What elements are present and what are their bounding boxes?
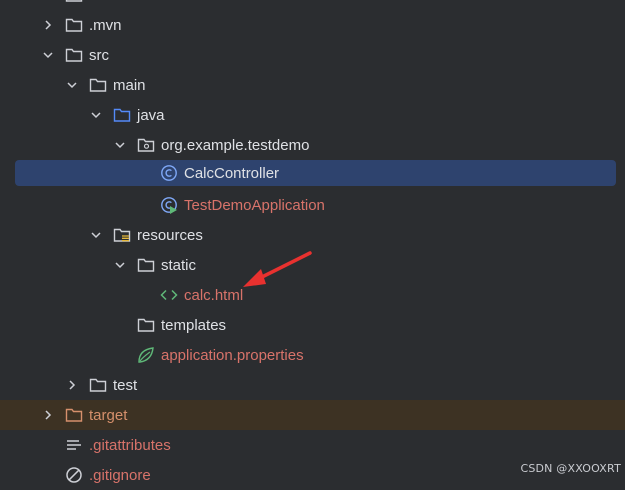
annotation-arrow-icon xyxy=(243,251,312,287)
watermark: CSDN @XXOOXRT xyxy=(520,462,621,475)
